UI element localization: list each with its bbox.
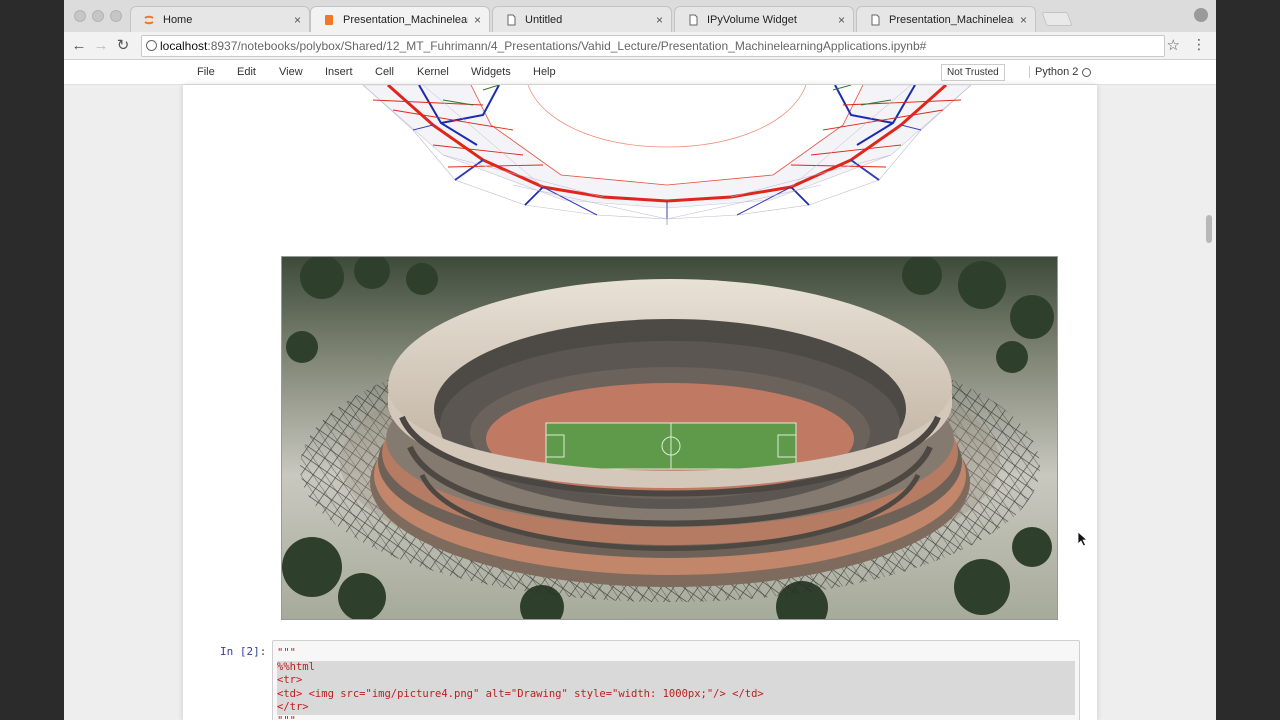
browser-toolbar: ← → ↻ localhost:8937/notebooks/polybox/S…	[64, 32, 1216, 60]
info-icon	[146, 40, 157, 51]
forward-icon[interactable]: →	[92, 37, 110, 55]
bookmark-star-icon[interactable]: ☆	[1167, 36, 1180, 54]
browser-tab-presentation-2[interactable]: Presentation_Machinelearning ×	[856, 6, 1036, 32]
jupyter-icon	[143, 14, 155, 26]
browser-tab-untitled[interactable]: Untitled ×	[492, 6, 672, 32]
notebook-icon	[323, 14, 335, 26]
close-icon[interactable]: ×	[294, 13, 301, 27]
reload-icon[interactable]: ↻	[114, 37, 132, 55]
window-close-icon[interactable]	[74, 10, 86, 22]
page-icon	[869, 14, 881, 26]
code-line: %%html	[277, 660, 1075, 674]
menu-cell[interactable]: Cell	[375, 66, 394, 78]
code-line: <td> <img src="img/picture4.png" alt="Dr…	[277, 687, 1075, 701]
browser-tab-home[interactable]: Home ×	[130, 6, 310, 32]
close-icon[interactable]: ×	[474, 13, 481, 27]
browser-tab-presentation[interactable]: Presentation_Machinelearning ×	[310, 6, 490, 32]
new-tab-button[interactable]	[1041, 12, 1073, 26]
code-line: """	[277, 715, 1075, 720]
page-icon	[687, 14, 699, 26]
menu-file[interactable]: File	[197, 66, 215, 78]
back-icon[interactable]: ←	[70, 37, 88, 55]
menu-insert[interactable]: Insert	[325, 66, 353, 78]
kernel-name: Python 2	[1029, 66, 1078, 78]
window-minimize-icon[interactable]	[92, 10, 104, 22]
menu-help[interactable]: Help	[533, 66, 556, 78]
code-line: </tr>	[277, 701, 1075, 715]
address-bar[interactable]: localhost:8937/notebooks/polybox/Shared/…	[141, 35, 1165, 57]
page-icon	[505, 14, 517, 26]
close-icon[interactable]: ×	[838, 13, 845, 27]
url-host: localhost	[160, 39, 208, 53]
browser-tab-ipyvolume[interactable]: IPyVolume Widget ×	[674, 6, 854, 32]
close-icon[interactable]: ×	[1020, 13, 1027, 27]
close-icon[interactable]: ×	[656, 13, 663, 27]
browser-menu-icon[interactable]: ⋮	[1192, 36, 1206, 53]
url-path: :8937/notebooks/polybox/Shared/12_MT_Fuh…	[207, 39, 927, 53]
profile-icon[interactable]	[1194, 8, 1208, 22]
page-scrollbar[interactable]	[1206, 215, 1212, 243]
kernel-status-icon	[1082, 68, 1091, 77]
code-cell[interactable]: """ %%html <tr> <td> <img src="img/pictu…	[272, 640, 1080, 720]
notebook-menubar: File Edit View Insert Cell Kernel Widget…	[64, 60, 1216, 85]
menu-edit[interactable]: Edit	[237, 66, 256, 78]
trust-status-button[interactable]: Not Trusted	[941, 64, 1005, 81]
mouse-cursor-icon	[1077, 531, 1089, 547]
cell-prompt: In [2]:	[220, 645, 267, 658]
menu-widgets[interactable]: Widgets	[471, 66, 511, 78]
window-zoom-icon[interactable]	[110, 10, 122, 22]
stadium-rendering-image	[281, 256, 1058, 620]
code-line: <tr>	[277, 674, 1075, 688]
browser-tab-strip: Home × Presentation_Machinelearning × Un…	[64, 0, 1216, 32]
menu-kernel[interactable]: Kernel	[417, 66, 449, 78]
notebook-container: In [2]: """ %%html <tr> <td> <img src="i…	[183, 85, 1097, 720]
jupyter-page: File Edit View Insert Cell Kernel Widget…	[64, 60, 1216, 720]
dome-structure-diagram	[362, 85, 972, 225]
menu-view[interactable]: View	[279, 66, 303, 78]
code-line: """	[277, 647, 296, 659]
